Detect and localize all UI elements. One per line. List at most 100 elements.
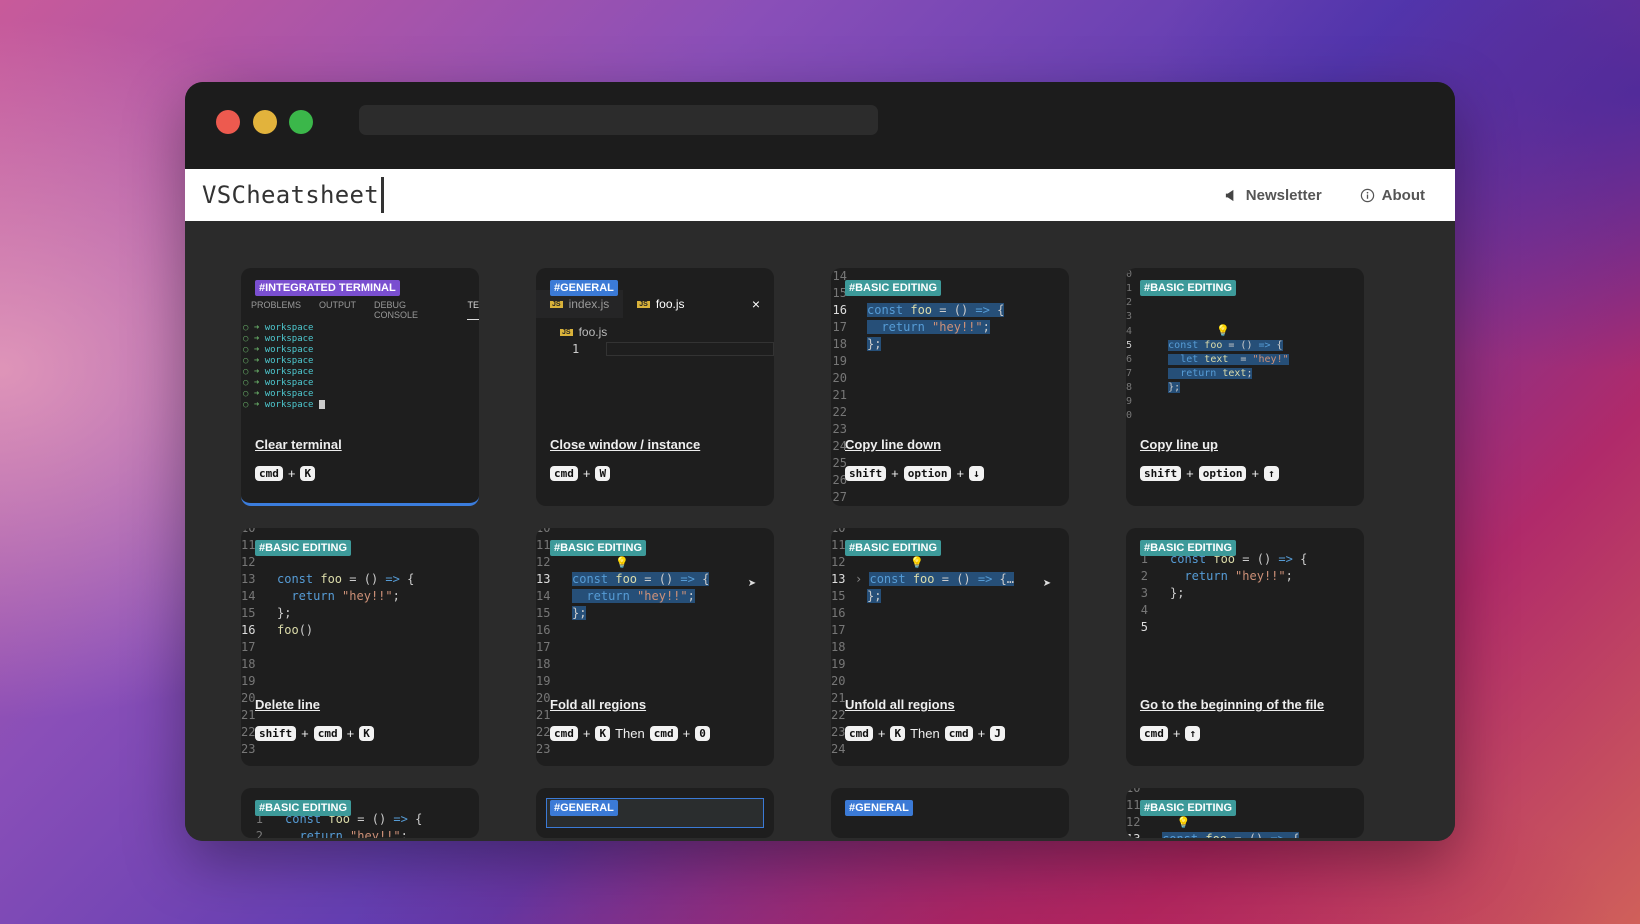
key-cap: K xyxy=(359,726,374,741)
about-label: About xyxy=(1381,186,1425,204)
shortcut-title[interactable]: Delete line xyxy=(255,697,320,712)
site-navbar: VSCheatsheet Newsletter About xyxy=(185,169,1455,221)
key-cap: option xyxy=(903,466,952,481)
key-cap: ↑ xyxy=(1264,466,1279,481)
shortcut-title[interactable]: Copy line down xyxy=(845,437,941,452)
lightbulb-icon: 💡 xyxy=(1176,816,1191,829)
shortcut-card[interactable]: #BASIC EDITING 14 15 16 const foo = () =>… xyxy=(831,268,1069,506)
key-cap: J xyxy=(990,726,1005,741)
cheatsheet-content: #INTEGRATED TERMINAL PROBLEMS OUTPUT DEB… xyxy=(185,221,1455,841)
key-cap: K xyxy=(300,466,316,481)
lightbulb-icon: 💡 xyxy=(615,556,630,569)
nav-links: Newsletter About xyxy=(1224,187,1425,204)
key-cap: cmd xyxy=(845,726,873,741)
lightbulb-icon: 💡 xyxy=(1216,324,1231,337)
shortcut-card[interactable]: #GENERAL xyxy=(536,788,774,838)
shortcut-card[interactable]: #BASIC EDITING 1 const foo = () => { 2 re… xyxy=(241,788,479,838)
shortcut-card[interactable]: #BASIC EDITING 10 11 12 💡 13 › const foo … xyxy=(831,528,1069,766)
shortcut-title[interactable]: Go to the beginning of the file xyxy=(1140,697,1324,712)
maximize-window-button[interactable] xyxy=(289,110,313,134)
minimize-window-button[interactable] xyxy=(253,110,277,134)
key-separator: + xyxy=(346,726,355,741)
terminal-tab: DEBUG CONSOLE xyxy=(374,300,419,320)
shortcut-card[interactable]: #INTEGRATED TERMINAL PROBLEMS OUTPUT DEB… xyxy=(241,268,479,506)
key-separator: + xyxy=(682,726,691,741)
key-separator: + xyxy=(301,726,309,741)
terminal-output: ○ ➜ workspace ○ ➜ workspace ○ ➜ workspac… xyxy=(243,323,325,411)
key-cap: ↓ xyxy=(969,466,984,481)
info-icon xyxy=(1360,188,1374,202)
shortcut-card[interactable]: #GENERAL xyxy=(831,788,1069,838)
shortcut-title[interactable]: Unfold all regions xyxy=(845,697,955,712)
shortcut-title[interactable]: Fold all regions xyxy=(550,697,646,712)
titlebar xyxy=(185,82,1455,169)
key-cap: K xyxy=(595,726,611,741)
close-icon: × xyxy=(751,296,760,312)
key-separator: + xyxy=(956,466,965,481)
code-preview: 10 11 12 💡 13 › const foo = () => {… 15};… xyxy=(831,528,1015,756)
key-cap: cmd xyxy=(550,726,578,741)
category-tag: #GENERAL xyxy=(845,800,913,816)
line-number: 1 xyxy=(572,342,580,356)
key-cap: cmd xyxy=(649,726,678,741)
shortcut-title[interactable]: Copy line up xyxy=(1140,437,1218,452)
shortcut-keys: cmd + ↑ xyxy=(1140,726,1201,741)
breadcrumb: JS foo.js xyxy=(560,325,608,339)
js-file-icon: JS xyxy=(637,300,650,308)
key-separator: + xyxy=(877,726,886,741)
key-separator: + xyxy=(1186,466,1194,481)
shortcut-keys: cmd + K Then cmd + J xyxy=(845,726,1005,741)
shortcut-card[interactable]: #GENERAL JS index.js JS foo.js × JS foo.js 1… xyxy=(536,268,774,506)
category-tag: #BASIC EDITING xyxy=(845,540,942,556)
code-preview: 10 11 12 💡 13 const foo = () => { 14 retu… xyxy=(536,528,710,756)
js-file-icon: JS xyxy=(550,300,563,308)
category-tag: #BASIC EDITING xyxy=(1140,800,1237,816)
key-then: Then xyxy=(615,726,645,741)
close-window-button[interactable] xyxy=(216,110,240,134)
key-cap: ↑ xyxy=(1185,726,1201,741)
terminal-tab: PROBLEMS xyxy=(251,300,302,310)
key-cap: cmd xyxy=(313,726,342,741)
terminal-tab: TE xyxy=(467,300,479,320)
key-separator: + xyxy=(891,466,899,481)
key-cap: cmd xyxy=(255,466,283,481)
key-separator: + xyxy=(287,466,296,481)
shortcut-card[interactable]: #BASIC EDITING 10 11 12 13 const foo = ()… xyxy=(241,528,479,766)
key-cap: option xyxy=(1198,466,1247,481)
shortcut-card[interactable]: #BASIC EDITING 1 const foo = () => { 2 re… xyxy=(1126,528,1364,766)
browser-window: VSCheatsheet Newsletter About #INTEGRATE… xyxy=(185,82,1455,841)
key-separator: + xyxy=(1172,726,1181,741)
shortcut-keys: shift + option + ↓ xyxy=(845,466,984,481)
terminal-tab: OUTPUT xyxy=(319,300,357,310)
key-separator: + xyxy=(582,466,591,481)
megaphone-icon xyxy=(1225,189,1234,201)
mouse-pointer-icon: ➤ xyxy=(1043,576,1052,592)
key-then: Then xyxy=(910,726,940,741)
shortcut-keys: cmd + W xyxy=(550,466,611,481)
terminal-tabs: PROBLEMS OUTPUT DEBUG CONSOLE TE xyxy=(251,300,479,320)
about-link[interactable]: About xyxy=(1360,187,1425,204)
shortcut-grid: #INTEGRATED TERMINAL PROBLEMS OUTPUT DEB… xyxy=(241,268,1364,838)
lightbulb-icon: 💡 xyxy=(910,556,925,569)
key-cap: shift xyxy=(255,726,297,741)
shortcut-title[interactable]: Clear terminal xyxy=(255,437,342,452)
address-bar[interactable] xyxy=(359,105,878,135)
brand-logo[interactable]: VSCheatsheet xyxy=(202,177,384,213)
category-tag: #BASIC EDITING xyxy=(1140,280,1237,296)
shortcut-title[interactable]: Close window / instance xyxy=(550,437,700,452)
key-cap: shift xyxy=(845,466,887,481)
category-tag: #BASIC EDITING xyxy=(550,540,647,556)
shortcut-card[interactable]: #BASIC EDITING 0 1 2 3 4 💡 5 const foo =… xyxy=(1126,268,1364,506)
key-cap: cmd xyxy=(944,726,973,741)
shortcut-card[interactable]: #BASIC EDITING 10 11 12 💡 13const foo = … xyxy=(1126,788,1364,838)
key-separator: + xyxy=(977,726,986,741)
shortcut-card[interactable]: #BASIC EDITING 10 11 12 💡 13const foo = … xyxy=(536,528,774,766)
mouse-pointer-icon: ➤ xyxy=(748,576,757,592)
shortcut-keys: cmd + K xyxy=(255,466,316,481)
newsletter-link[interactable]: Newsletter xyxy=(1224,187,1322,204)
category-tag: #BASIC EDITING xyxy=(1140,540,1237,556)
code-preview: 10 11 12 13 const foo = () => { 14 return… xyxy=(241,528,415,756)
category-tag: #BASIC EDITING xyxy=(255,800,352,816)
js-file-icon: JS xyxy=(560,328,573,336)
current-line xyxy=(606,342,774,356)
